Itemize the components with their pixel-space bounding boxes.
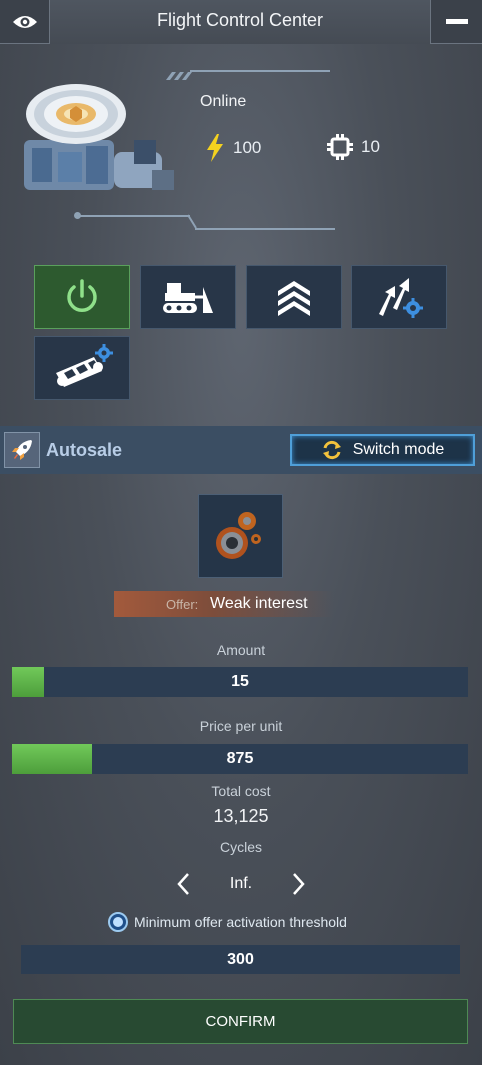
- chevron-left-icon: [177, 873, 189, 895]
- upgrade-button[interactable]: [246, 265, 342, 329]
- gears-item-icon: [216, 512, 261, 559]
- threshold-value-field[interactable]: 300: [21, 945, 460, 974]
- switch-mode-label: Switch mode: [352, 441, 445, 458]
- power-icon: [67, 279, 97, 312]
- minimize-button[interactable]: [430, 0, 482, 44]
- decor-slant: [187, 214, 197, 229]
- total-cost-label: Total cost: [211, 783, 271, 799]
- chips-readout: 10: [327, 134, 380, 160]
- autosale-mode-icon-box: [4, 432, 40, 468]
- eye-icon: [12, 15, 37, 28]
- decor-dot: [74, 212, 81, 219]
- amount-value: 15: [231, 673, 249, 690]
- confirm-button[interactable]: CONFIRM: [13, 999, 468, 1044]
- total-cost-value: 13,125: [213, 806, 269, 826]
- visibility-toggle-button[interactable]: [0, 0, 50, 44]
- chevrons-up-icon: [278, 281, 310, 316]
- price-value: 875: [226, 750, 254, 767]
- cycles-prev-button[interactable]: [171, 868, 195, 900]
- refresh-icon: [322, 440, 341, 460]
- threshold-label: Minimum offer activation threshold: [134, 914, 347, 930]
- decor-line-bottom-right: [195, 228, 335, 230]
- threshold-radio[interactable]: [108, 912, 128, 932]
- lightning-icon: [207, 134, 223, 162]
- power-button[interactable]: [34, 265, 130, 329]
- cycles-label: Cycles: [219, 839, 262, 855]
- switch-mode-button[interactable]: Switch mode: [290, 434, 475, 466]
- cycles-value: Inf.: [229, 875, 253, 892]
- minus-icon: [445, 18, 468, 24]
- price-label: Price per unit: [199, 718, 283, 734]
- arrows-gear-icon: [379, 278, 423, 318]
- window-title: Flight Control Center: [156, 9, 324, 30]
- chevron-right-icon: [293, 873, 305, 895]
- decor-line-top: [190, 70, 330, 72]
- item-slot[interactable]: [198, 494, 283, 578]
- decor-line-bottom: [80, 215, 190, 217]
- bulldozer-button[interactable]: [140, 265, 236, 329]
- autosale-title: Autosale: [46, 440, 123, 460]
- threshold-option[interactable]: Minimum offer activation threshold: [108, 912, 347, 932]
- space-station-image: [24, 84, 174, 190]
- cycles-selector: Inf.: [0, 868, 482, 900]
- amount-label: Amount: [216, 642, 266, 658]
- rocket-icon: [12, 440, 32, 460]
- offer-value: Weak interest: [210, 595, 308, 612]
- conveyor-gear-icon: [56, 344, 113, 387]
- cycles-next-button[interactable]: [287, 868, 311, 900]
- chip-icon: [327, 134, 353, 160]
- amount-slider[interactable]: 15: [12, 667, 468, 697]
- station-status: Online: [200, 93, 247, 110]
- energy-value: 100: [233, 138, 262, 157]
- bulldozer-icon: [163, 283, 213, 313]
- offer-label: Offer:: [166, 597, 199, 612]
- price-slider[interactable]: 875: [12, 744, 468, 774]
- chips-value: 10: [361, 137, 380, 156]
- energy-readout: 100: [205, 134, 261, 162]
- conveyor-settings-button[interactable]: [34, 336, 130, 400]
- trade-settings-button[interactable]: [351, 265, 447, 329]
